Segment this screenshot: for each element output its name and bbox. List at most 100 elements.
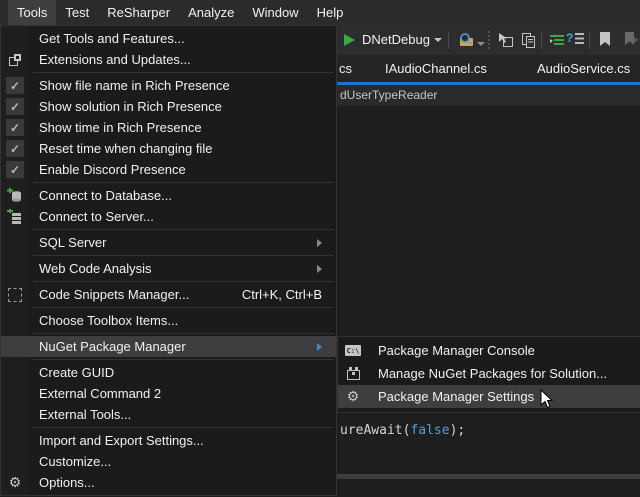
submenu-item-manage-nuget-packages[interactable]: Manage NuGet Packages for Solution... — [338, 362, 640, 385]
submenu-arrow-icon — [317, 239, 322, 247]
menu-item-reset-time[interactable]: ✓ Reset time when changing file — [1, 138, 336, 159]
menu-item-label: External Tools... — [39, 407, 131, 422]
menu-item-label: SQL Server — [39, 235, 106, 250]
menu-item-nuget-package-manager[interactable]: NuGet Package Manager — [1, 336, 336, 357]
server-icon — [6, 208, 24, 225]
code-line: ureAwait(false); — [340, 423, 465, 438]
menu-item-label: Choose Toolbox Items... — [39, 313, 178, 328]
menu-item-choose-toolbox-items[interactable]: Choose Toolbox Items... — [1, 310, 336, 331]
find-in-files-icon[interactable] — [458, 32, 475, 51]
menu-window[interactable]: Window — [243, 0, 307, 25]
checkmark-icon: ✓ — [6, 98, 24, 115]
submenu-item-package-manager-settings[interactable]: ⚙ Package Manager Settings — [338, 385, 640, 408]
menu-item-connect-to-database[interactable]: Connect to Database... — [1, 185, 336, 206]
menu-help[interactable]: Help — [308, 0, 353, 25]
chevron-down-icon[interactable] — [434, 38, 442, 42]
toolbar-separator — [448, 31, 449, 49]
menu-item-label: Show time in Rich Presence — [39, 120, 202, 135]
toolbar-separator — [589, 31, 590, 49]
menu-item-label: Manage NuGet Packages for Solution... — [378, 366, 607, 381]
tab-iaudiochannel[interactable]: IAudioChannel.cs — [385, 55, 487, 82]
menu-tools[interactable]: Tools — [8, 0, 56, 25]
run-configuration[interactable]: DNetDebug — [362, 25, 430, 55]
submenu-arrow-icon — [317, 343, 322, 351]
menu-item-create-guid[interactable]: Create GUID — [1, 362, 336, 383]
menu-item-code-snippets-manager[interactable]: Code Snippets Manager... Ctrl+K, Ctrl+B — [1, 284, 336, 305]
menu-item-label: NuGet Package Manager — [39, 339, 186, 354]
menu-separator — [33, 333, 334, 334]
menu-item-label: Package Manager Settings — [378, 389, 534, 404]
menu-item-get-tools-and-features[interactable]: Get Tools and Features... — [1, 28, 336, 49]
menu-item-web-code-analysis[interactable]: Web Code Analysis — [1, 258, 336, 279]
menu-item-label: Connect to Server... — [39, 209, 154, 224]
menu-separator — [33, 307, 334, 308]
gear-icon: ⚙ — [344, 388, 362, 405]
menu-analyze[interactable]: Analyze — [179, 0, 243, 25]
menu-separator — [33, 427, 334, 428]
menu-item-label: Options... — [39, 475, 95, 490]
tab-audioservice[interactable]: AudioService.cs — [537, 55, 630, 82]
bookmark-next-icon[interactable] — [624, 31, 640, 50]
menu-item-label: Show solution in Rich Presence — [39, 99, 222, 114]
menu-item-show-file-name[interactable]: ✓ Show file name in Rich Presence — [1, 75, 336, 96]
code-snippets-icon — [6, 286, 24, 303]
menu-item-sql-server[interactable]: SQL Server — [1, 232, 336, 253]
menu-test[interactable]: Test — [56, 0, 98, 25]
menu-item-extensions-and-updates[interactable]: Extensions and Updates... — [1, 49, 336, 70]
menu-item-label: Create GUID — [39, 365, 114, 380]
question-lines-icon[interactable]: ? — [566, 32, 584, 44]
chevron-down-icon[interactable] — [477, 42, 485, 46]
menu-item-options[interactable]: ⚙ Options... — [1, 472, 336, 493]
submenu-arrow-icon — [317, 265, 322, 273]
extensions-icon — [6, 51, 24, 68]
menu-item-label: Reset time when changing file — [39, 141, 212, 156]
menu-separator — [33, 255, 334, 256]
lines-glyph — [575, 33, 584, 44]
menu-item-label: Extensions and Updates... — [39, 52, 191, 67]
gear-icon: ⚙ — [6, 474, 24, 491]
tab-partial[interactable]: cs — [339, 55, 352, 82]
menu-item-shortcut: Ctrl+K, Ctrl+B — [242, 287, 322, 302]
menu-separator — [33, 229, 334, 230]
checkmark-icon: ✓ — [6, 119, 24, 136]
menu-item-customize[interactable]: Customize... — [1, 451, 336, 472]
submenu-item-package-manager-console[interactable]: C:\ Package Manager Console — [338, 339, 640, 362]
mouse-cursor — [540, 389, 554, 412]
menu-item-show-time[interactable]: ✓ Show time in Rich Presence — [1, 117, 336, 138]
menu-item-label: Get Tools and Features... — [39, 31, 185, 46]
toolbar-separator — [488, 31, 490, 49]
indent-lines-icon[interactable] — [549, 32, 566, 51]
menu-item-show-solution[interactable]: ✓ Show solution in Rich Presence — [1, 96, 336, 117]
menu-separator — [33, 182, 334, 183]
menu-item-import-and-export-settings[interactable]: Import and Export Settings... — [1, 430, 336, 451]
checkmark-icon: ✓ — [6, 161, 24, 178]
copy-lines-icon[interactable] — [520, 32, 536, 51]
menu-item-connect-to-server[interactable]: Connect to Server... — [1, 206, 336, 227]
menu-item-label: Web Code Analysis — [39, 261, 152, 276]
checkmark-icon: ✓ — [6, 140, 24, 157]
menu-item-label: Code Snippets Manager... — [39, 287, 189, 302]
code-text: ureAwait( — [340, 423, 410, 438]
menu-item-external-tools[interactable]: External Tools... — [1, 404, 336, 425]
code-keyword: false — [410, 423, 449, 438]
question-glyph: ? — [566, 32, 573, 44]
nuget-submenu: C:\ Package Manager Console Manage NuGet… — [337, 336, 640, 413]
menu-item-label: External Command 2 — [39, 386, 161, 401]
menu-item-label: Package Manager Console — [378, 343, 535, 358]
menu-item-label: Import and Export Settings... — [39, 433, 204, 448]
menu-item-label: Show file name in Rich Presence — [39, 78, 230, 93]
run-icon[interactable] — [344, 34, 355, 46]
checkmark-icon: ✓ — [6, 77, 24, 94]
member-dropdown[interactable]: dUserTypeReader — [340, 85, 437, 106]
menu-separator — [33, 359, 334, 360]
menu-item-external-command-2[interactable]: External Command 2 — [1, 383, 336, 404]
navigate-selection-icon[interactable] — [498, 32, 514, 51]
toolbar-separator — [541, 31, 542, 49]
menu-item-label: Enable Discord Presence — [39, 162, 186, 177]
bookmark-icon[interactable] — [599, 31, 611, 50]
database-icon — [6, 187, 24, 204]
code-text: ); — [450, 423, 466, 438]
menu-separator — [33, 281, 334, 282]
menu-item-enable-discord-presence[interactable]: ✓ Enable Discord Presence — [1, 159, 336, 180]
menu-resharper[interactable]: ReSharper — [98, 0, 179, 25]
